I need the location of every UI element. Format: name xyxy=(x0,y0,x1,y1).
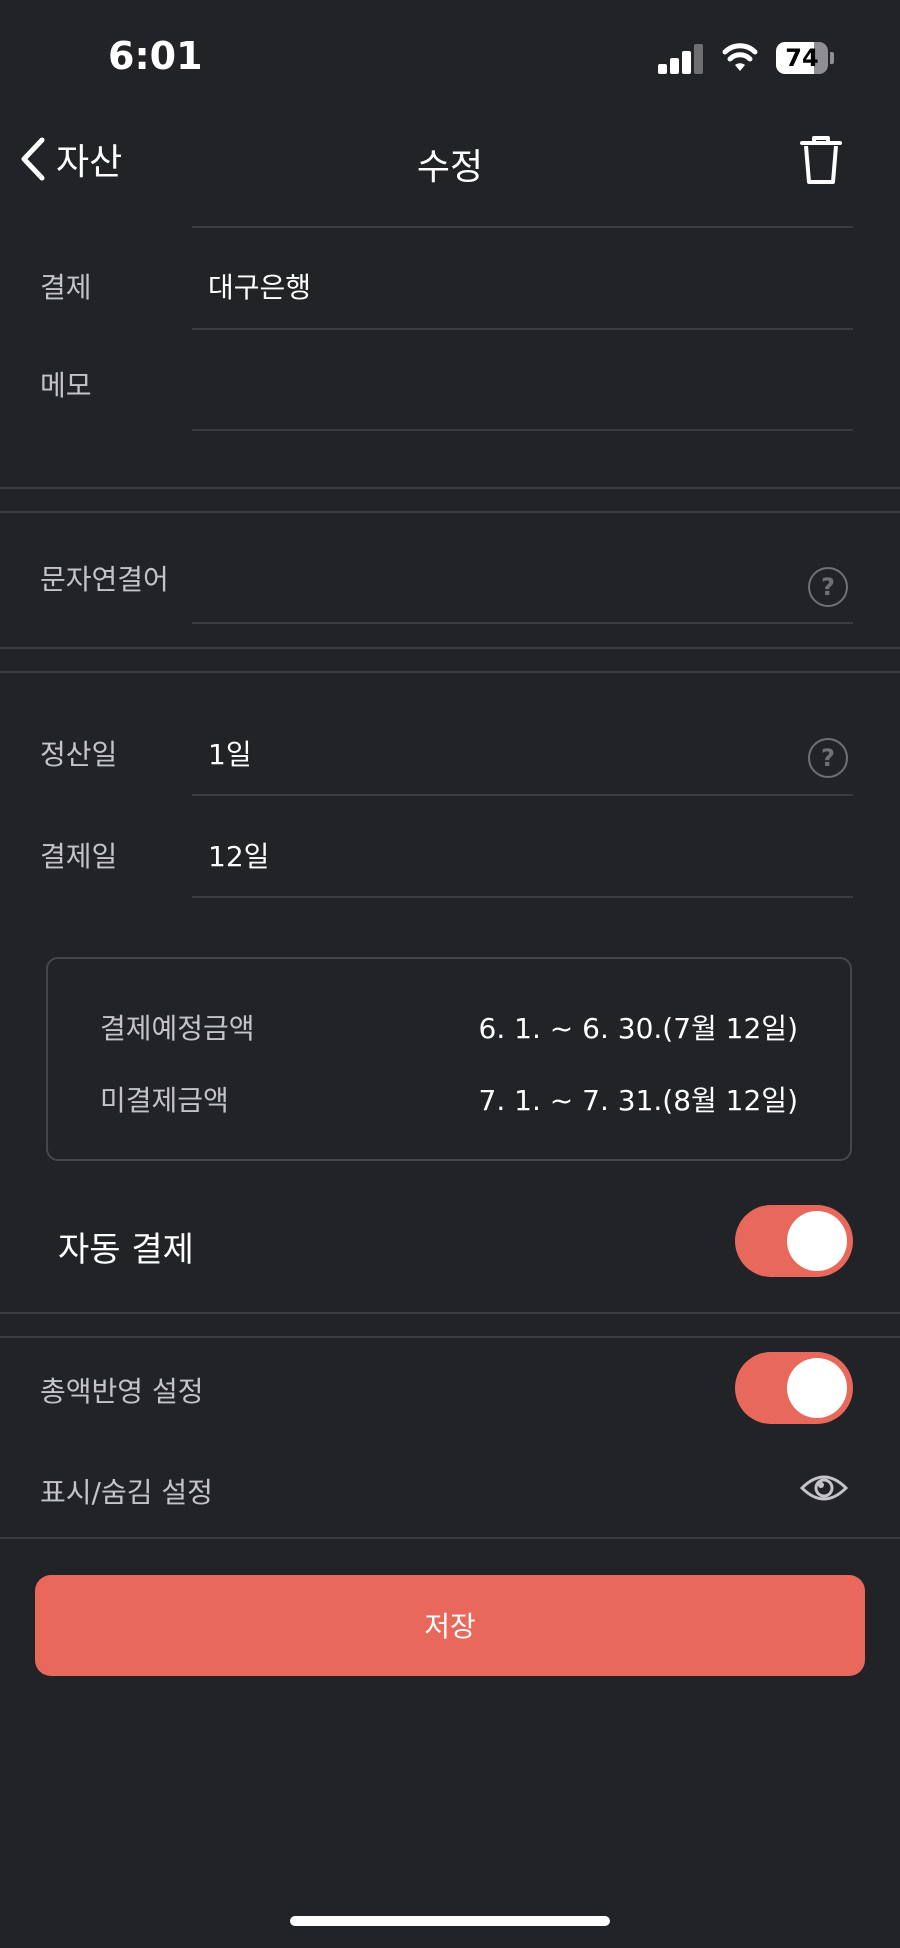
payment-value[interactable]: 대구은행 xyxy=(208,266,311,306)
save-button[interactable]: 저장 xyxy=(35,1575,865,1676)
billing-period-box: 결제예정금액 6. 1. ~ 6. 30.(7월 12일) 미결제금액 7. 1… xyxy=(46,957,852,1161)
visibility-label: 표시/숨김 설정 xyxy=(40,1476,213,1509)
memo-label: 메모 xyxy=(40,369,92,402)
scheduled-amount-period: 6. 1. ~ 6. 30.(7월 12일) xyxy=(478,1012,798,1045)
sms-keyword-input[interactable] xyxy=(192,556,792,616)
payment-label: 결제 xyxy=(40,271,92,304)
battery-level: 74 xyxy=(785,44,819,72)
home-indicator xyxy=(290,1916,610,1926)
divider xyxy=(192,794,853,796)
divider xyxy=(192,896,853,898)
unpaid-amount-label: 미결제금액 xyxy=(100,1084,229,1117)
cellular-signal-icon xyxy=(658,44,704,74)
section-divider xyxy=(0,1336,900,1338)
scheduled-amount-label: 결제예정금액 xyxy=(100,1012,255,1045)
section-divider xyxy=(0,511,900,513)
section-divider xyxy=(0,647,900,649)
divider xyxy=(192,622,853,624)
wifi-icon xyxy=(722,43,758,71)
sms-help-icon[interactable]: ? xyxy=(808,567,848,607)
payment-day-label: 결제일 xyxy=(40,840,118,873)
section-divider xyxy=(0,1537,900,1539)
settlement-day-value[interactable]: 1일 xyxy=(208,733,252,773)
payment-day-value[interactable]: 12일 xyxy=(208,835,269,875)
toggle-knob xyxy=(787,1358,847,1418)
toggle-knob xyxy=(787,1211,847,1271)
auto-payment-label: 자동 결제 xyxy=(58,1230,194,1270)
divider xyxy=(192,429,853,431)
divider xyxy=(192,328,853,330)
settlement-day-label: 정산일 xyxy=(40,738,118,771)
battery-icon: 74 xyxy=(776,42,836,74)
settlement-help-icon[interactable]: ? xyxy=(808,738,848,778)
section-divider xyxy=(0,671,900,673)
memo-input[interactable] xyxy=(208,364,848,404)
unpaid-amount-period: 7. 1. ~ 7. 31.(8월 12일) xyxy=(478,1084,798,1117)
total-reflect-toggle[interactable] xyxy=(735,1352,853,1424)
sms-keyword-label: 문자연결어 xyxy=(40,563,169,596)
eye-icon[interactable] xyxy=(800,1470,848,1506)
auto-payment-toggle[interactable] xyxy=(735,1205,853,1277)
trash-icon[interactable] xyxy=(798,134,844,186)
total-reflect-label: 총액반영 설정 xyxy=(40,1375,204,1408)
page-title: 수정 xyxy=(416,147,484,188)
section-divider xyxy=(0,1312,900,1314)
divider xyxy=(192,226,853,228)
status-time: 6:01 xyxy=(108,34,203,78)
section-divider xyxy=(0,487,900,489)
